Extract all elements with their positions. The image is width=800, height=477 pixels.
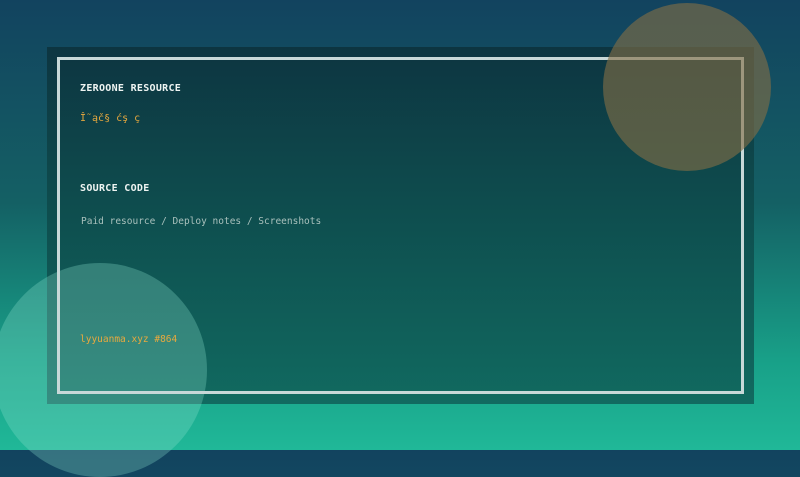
decor-circle-top [603, 3, 771, 171]
footer-link[interactable]: lyyuanma.xyz #864 [80, 334, 177, 345]
brand-title: ZEROONE RESOURCE [80, 83, 182, 94]
subtitle: Paid resource / Deploy notes / Screensho… [81, 216, 322, 227]
section-title: SOURCE CODE [80, 183, 150, 194]
tagline: Î˜ąč§ ćş ç [80, 113, 141, 124]
